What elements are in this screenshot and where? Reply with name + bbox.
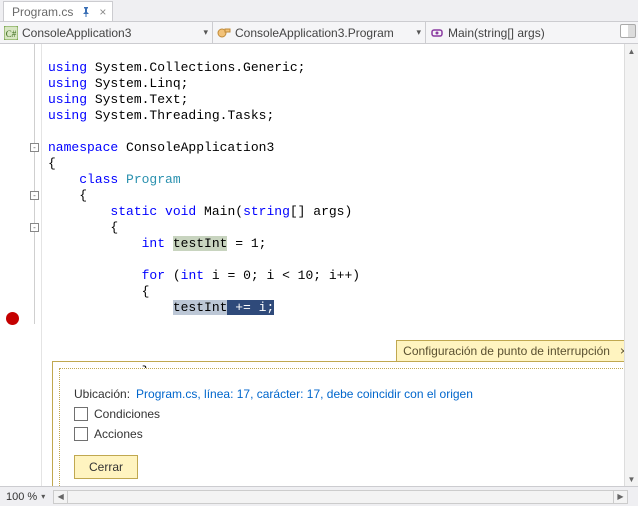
close-button[interactable]: Cerrar — [74, 455, 138, 479]
code-line: int testInt = 1; — [48, 236, 266, 251]
csharp-icon: C# — [4, 26, 18, 40]
chevron-down-icon: ▾ — [203, 27, 208, 38]
location-label: Ubicación: — [74, 387, 130, 401]
fold-toggle[interactable]: - — [30, 223, 39, 232]
pin-icon[interactable] — [79, 5, 93, 19]
breakpoint-icon[interactable] — [6, 312, 19, 325]
fold-toggle[interactable]: - — [30, 143, 39, 152]
actions-checkbox[interactable] — [74, 427, 88, 441]
code-line: using System.Collections.Generic; — [48, 60, 305, 75]
code-line: namespace ConsoleApplication3 — [48, 140, 274, 155]
code-line: for (int i = 0; i < 10; i++) — [48, 268, 360, 283]
method-dropdown[interactable]: Main(string[] args) ▾ — [426, 22, 638, 43]
svg-text:C#: C# — [6, 29, 17, 39]
tab-title: Program.cs — [12, 5, 73, 19]
zoom-level[interactable]: 100 % — [6, 491, 37, 503]
code-line: using System.Linq; — [48, 76, 188, 91]
close-icon[interactable]: × — [99, 6, 106, 18]
vertical-scrollbar[interactable]: ▲ ▼ — [624, 44, 638, 486]
scroll-right-icon[interactable]: ▶ — [613, 491, 627, 503]
navigation-bar: C# ConsoleApplication3 ▾ ConsoleApplicat… — [0, 22, 638, 44]
chevron-down-icon: ▾ — [416, 27, 421, 38]
code-line: { — [48, 220, 118, 235]
code-line: { — [48, 188, 87, 203]
code-line: { — [48, 284, 149, 299]
actions-label: Acciones — [94, 427, 143, 441]
class-dropdown[interactable]: ConsoleApplication3.Program ▾ — [213, 22, 426, 43]
location-link[interactable]: Program.cs, línea: 17, carácter: 17, deb… — [136, 387, 473, 401]
code-line: static void Main(string[] args) — [48, 204, 352, 219]
popup-title: Configuración de punto de interrupción — [403, 344, 610, 358]
code-line: using System.Threading.Tasks; — [48, 108, 274, 123]
breakpoint-settings-popup: Configuración de punto de interrupción ×… — [52, 361, 634, 501]
code-line: { — [48, 156, 56, 171]
file-tab[interactable]: Program.cs × — [3, 1, 113, 21]
project-label: ConsoleApplication3 — [22, 26, 199, 40]
horizontal-scrollbar[interactable]: ◀ ▶ — [53, 490, 628, 504]
code-editor[interactable]: - - - using System.Collections.Generic; … — [0, 44, 638, 486]
scroll-left-icon[interactable]: ◀ — [54, 491, 68, 503]
method-icon — [430, 26, 444, 40]
conditions-label: Condiciones — [94, 407, 160, 421]
breakpoint-line: testInt += i; — [48, 300, 274, 315]
conditions-checkbox[interactable] — [74, 407, 88, 421]
class-label: ConsoleApplication3.Program — [235, 26, 412, 40]
code-line: class Program — [48, 172, 181, 187]
tab-bar: Program.cs × — [0, 0, 638, 22]
popup-titlebar: Configuración de punto de interrupción × — [396, 340, 634, 361]
chevron-down-icon[interactable]: ▾ — [41, 492, 45, 501]
project-dropdown[interactable]: C# ConsoleApplication3 ▾ — [0, 22, 213, 43]
scroll-down-icon[interactable]: ▼ — [625, 472, 638, 486]
fold-toggle[interactable]: - — [30, 191, 39, 200]
method-label: Main(string[] args) — [448, 26, 625, 40]
outline-gutter[interactable]: - - - — [28, 44, 42, 486]
scroll-up-icon[interactable]: ▲ — [625, 44, 638, 58]
split-editor-icon[interactable] — [620, 24, 636, 38]
location-row: Ubicación: Program.cs, línea: 17, caráct… — [74, 387, 612, 401]
status-bar: 100 % ▾ ◀ ▶ — [0, 486, 638, 506]
code-line: using System.Text; — [48, 92, 188, 107]
breakpoint-gutter[interactable] — [0, 44, 28, 486]
class-icon — [217, 26, 231, 40]
